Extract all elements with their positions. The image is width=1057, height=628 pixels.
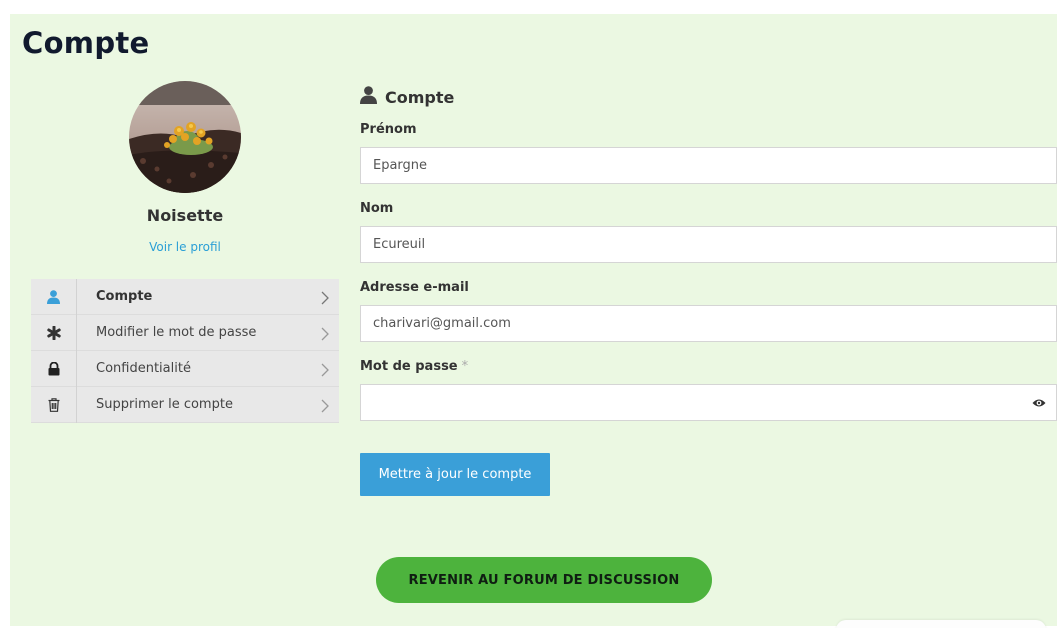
first-name-field[interactable]: Epargne (360, 147, 1057, 184)
password-label: Mot de passe (360, 359, 458, 374)
email-field[interactable]: charivari@gmail.com (360, 305, 1057, 342)
user-icon (31, 278, 77, 315)
nav-item-label: Compte (96, 289, 153, 304)
eye-icon[interactable] (1032, 397, 1046, 412)
last-name-label: Nom (360, 201, 394, 216)
nav-item-label: Confidentialité (96, 361, 191, 376)
avatar (129, 81, 241, 193)
chevron-right-icon (321, 290, 329, 309)
password-label-row: Mot de passe * (360, 359, 468, 374)
chevron-right-icon (321, 398, 329, 417)
nav-item-modifier-mot-de-passe[interactable]: Modifier le mot de passe (31, 314, 339, 351)
view-profile-link[interactable]: Voir le profil (80, 240, 290, 254)
asterisk-icon (31, 314, 77, 351)
section-title: Compte (360, 86, 454, 108)
nav-item-label: Supprimer le compte (96, 397, 233, 412)
nav-item-supprimer-compte[interactable]: Supprimer le compte (31, 386, 339, 423)
nav-item-label: Modifier le mot de passe (96, 325, 257, 340)
password-field[interactable] (360, 384, 1057, 421)
account-nav: Compte Modifier le mot de passe Confiden… (31, 278, 339, 423)
back-to-forum-button[interactable]: REVENIR AU FORUM DE DISCUSSION (376, 557, 712, 603)
chevron-right-icon (321, 362, 329, 381)
nav-item-compte[interactable]: Compte (31, 278, 339, 315)
bottom-widget-edge (836, 620, 1046, 628)
first-name-label: Prénom (360, 122, 417, 137)
trash-icon (31, 386, 77, 423)
chevron-right-icon (321, 326, 329, 345)
section-title-text: Compte (385, 87, 455, 107)
email-label: Adresse e-mail (360, 280, 469, 295)
nav-item-confidentialite[interactable]: Confidentialité (31, 350, 339, 387)
profile-name: Noisette (146, 206, 224, 225)
lock-icon (31, 350, 77, 387)
last-name-field[interactable]: Ecureuil (360, 226, 1057, 263)
page-title: Compte (22, 26, 150, 60)
user-icon (360, 86, 377, 108)
update-account-button[interactable]: Mettre à jour le compte (360, 453, 550, 496)
required-mark: * (461, 359, 469, 374)
